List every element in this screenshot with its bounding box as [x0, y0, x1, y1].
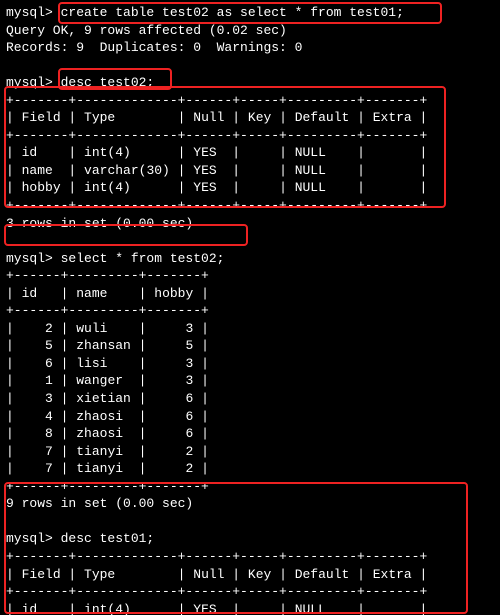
terminal[interactable]: mysql> create table test02 as select * f…: [0, 0, 500, 615]
table-sep: +------+---------+-------+: [6, 302, 494, 320]
table-row: | 1 | wanger | 3 |: [6, 372, 494, 390]
table-row: | id | int(4) | YES | | NULL | |: [6, 601, 494, 615]
cmd-desc01: desc test01;: [53, 531, 154, 546]
prompt: mysql>: [6, 251, 53, 266]
table-row: | 3 | xietian | 6 |: [6, 390, 494, 408]
table-row: | 6 | lisi | 3 |: [6, 355, 494, 373]
table-header-row: | Field | Type | Null | Key | Default | …: [6, 566, 494, 584]
table-row: | 7 | tianyi | 2 |: [6, 443, 494, 461]
table-row: | 2 | wuli | 3 |: [6, 320, 494, 338]
output-line: 3 rows in set (0.00 sec): [6, 215, 494, 233]
cmd-desc02: desc test02;: [53, 75, 154, 90]
output-line: Query OK, 9 rows affected (0.02 sec): [6, 22, 494, 40]
table-row: | 8 | zhaosi | 6 |: [6, 425, 494, 443]
table-sep: +-------+-------------+------+-----+----…: [6, 92, 494, 110]
prompt: mysql>: [6, 531, 53, 546]
prompt: mysql>: [6, 5, 53, 20]
table-sep: +-------+-------------+------+-----+----…: [6, 548, 494, 566]
prompt: mysql>: [6, 75, 53, 90]
output-line: 9 rows in set (0.00 sec): [6, 495, 494, 513]
cmd-select: select * from test02;: [53, 251, 225, 266]
table-sep: +------+---------+-------+: [6, 267, 494, 285]
table-row: | 7 | tianyi | 2 |: [6, 460, 494, 478]
table-row: | hobby | int(4) | YES | | NULL | |: [6, 179, 494, 197]
table-row: | 4 | zhaosi | 6 |: [6, 408, 494, 426]
table-header-row: | id | name | hobby |: [6, 285, 494, 303]
table-header-row: | Field | Type | Null | Key | Default | …: [6, 109, 494, 127]
table-row: | 5 | zhansan | 5 |: [6, 337, 494, 355]
cmd-create: create table test02 as select * from tes…: [53, 5, 404, 20]
table-sep: +-------+-------------+------+-----+----…: [6, 127, 494, 145]
table-row: | id | int(4) | YES | | NULL | |: [6, 144, 494, 162]
table-sep: +-------+-------------+------+-----+----…: [6, 197, 494, 215]
table-sep: +-------+-------------+------+-----+----…: [6, 583, 494, 601]
output-line: Records: 9 Duplicates: 0 Warnings: 0: [6, 39, 494, 57]
table-sep: +------+---------+-------+: [6, 478, 494, 496]
table-row: | name | varchar(30) | YES | | NULL | |: [6, 162, 494, 180]
